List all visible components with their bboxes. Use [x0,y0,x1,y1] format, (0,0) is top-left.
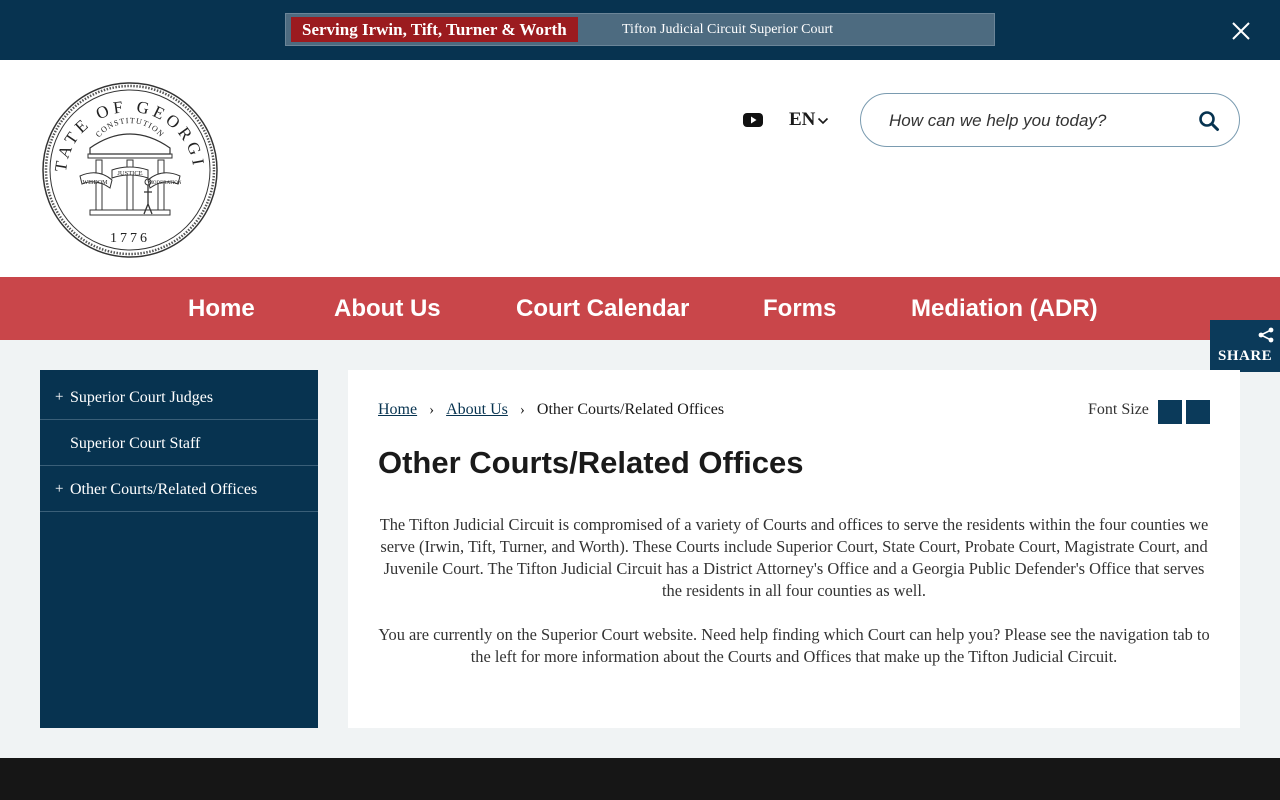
help-paragraph: You are currently on the Superior Court … [378,625,1210,666]
alert-bar: Serving Irwin, Tift, Turner & Worth Tift… [0,0,1280,60]
share-button[interactable]: SHARE [1210,320,1280,372]
breadcrumb: Home › About Us › Other Courts/Related Offic… [378,401,724,419]
site-header: STATE OF GEORGIA CONSTITUTION WISDOM JUS… [0,60,1280,277]
site-search [860,93,1240,147]
seal-banner-left: WISDOM [83,180,109,186]
page-title: Other Courts/Related Offices [378,445,804,480]
sidebar-item-label: Other Courts/Related Offices [70,481,258,498]
seal-year: 1776 [110,231,150,246]
nav-court-calendar[interactable]: Court Calendar [516,277,689,340]
language-label: EN [789,109,816,130]
sidebar-item-label: Superior Court Judges [70,389,214,406]
nav-about-us[interactable]: About Us [334,277,441,340]
seal-banner-right: MODERATION [148,181,181,186]
font-size-decrease-button[interactable] [1158,400,1182,424]
sidebar-item-label: Superior Court Staff [70,435,201,452]
site-footer [0,758,1280,800]
nav-forms[interactable]: Forms [763,277,836,340]
breadcrumb-separator-icon: › [429,402,435,418]
expand-plus-icon: + [55,481,64,497]
font-size-label: Font Size [1088,401,1149,418]
georgia-seal-logo[interactable]: STATE OF GEORGIA CONSTITUTION WISDOM JUS… [32,65,220,260]
main-content: Home › About Us › Other Courts/Related Offic… [348,370,1240,728]
sidebar-item-other-courts[interactable]: + Other Courts/Related Offices [40,467,318,512]
search-icon[interactable] [1198,110,1220,132]
intro-paragraph: The Tifton Judicial Circuit is compromis… [379,515,1209,600]
breadcrumb-current: Other Courts/Related Offices [536,401,725,418]
share-icon [1252,320,1280,348]
close-icon[interactable] [1228,18,1254,44]
share-label: SHARE [1218,348,1273,364]
alert-tag: Serving Irwin, Tift, Turner & Worth [291,17,578,42]
breadcrumb-home[interactable]: Home [378,401,417,418]
breadcrumb-separator-icon: › [519,402,525,418]
sidebar-item-superior-court-staff[interactable]: Superior Court Staff [40,421,318,466]
nav-home[interactable]: Home [188,277,255,340]
seal-banner-center: JUSTICE [117,170,142,177]
search-input[interactable] [889,108,1189,134]
nav-mediation[interactable]: Mediation (ADR) [911,277,1098,340]
youtube-icon[interactable] [743,112,763,128]
chevron-down-icon [818,117,829,124]
language-selector[interactable]: EN [789,109,829,131]
alert-banner: Serving Irwin, Tift, Turner & Worth Tift… [285,13,995,46]
sidebar-nav: + Superior Court Judges Superior Court S… [40,370,318,728]
expand-plus-icon: + [55,389,64,405]
alert-text: Tifton Judicial Circuit Superior Court [622,22,834,37]
breadcrumb-about-us[interactable]: About Us [446,401,508,418]
font-size-increase-button[interactable] [1186,400,1210,424]
sidebar-item-superior-court-judges[interactable]: + Superior Court Judges [40,375,318,420]
main-nav: Home About Us Court Calendar Forms Media… [0,277,1280,340]
